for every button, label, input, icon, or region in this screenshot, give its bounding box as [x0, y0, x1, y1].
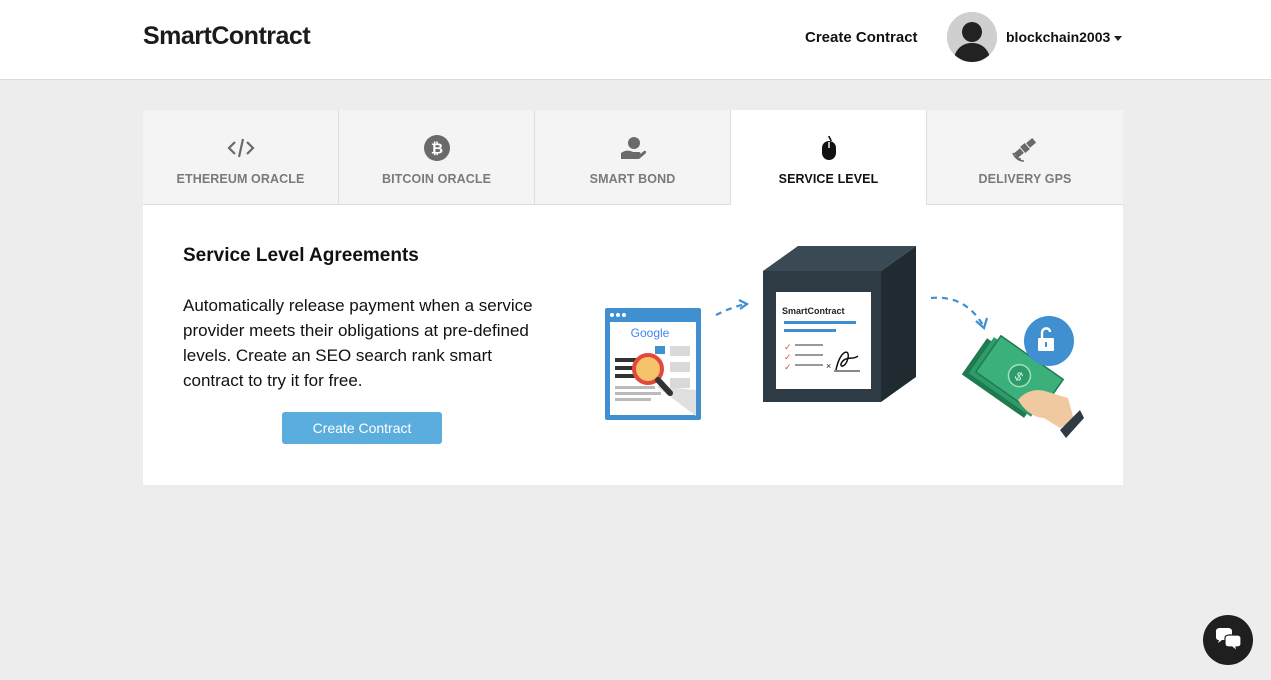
tab-ethereum-oracle[interactable]: ETHEREUM ORACLE — [143, 110, 339, 205]
coin-hand-icon — [619, 134, 647, 162]
tab-service-level[interactable]: SERVICE LEVEL — [731, 110, 927, 205]
satellite-icon — [1011, 134, 1039, 162]
tab-smart-bond[interactable]: SMART BOND — [535, 110, 731, 205]
content-description: Automatically release payment when a ser… — [183, 296, 533, 390]
logo[interactable]: SmartContract — [143, 22, 311, 51]
svg-text:✓: ✓ — [784, 353, 792, 363]
payment-release-graphic: $ — [961, 316, 1084, 438]
tab-label: ETHEREUM ORACLE — [176, 172, 305, 186]
chat-widget-button[interactable] — [1203, 615, 1253, 665]
tab-label: SMART BOND — [589, 172, 676, 186]
search-ranking-graphic: Google — [605, 308, 701, 420]
content-title: Service Level Agreements — [183, 245, 419, 266]
username-label: blockchain2003 — [1006, 29, 1111, 45]
avatar[interactable] — [947, 12, 997, 62]
tab-label: SERVICE LEVEL — [778, 172, 879, 186]
user-menu[interactable]: blockchain2003 — [1006, 29, 1123, 45]
caret-down-icon — [1114, 35, 1123, 41]
nav-create-contract-link[interactable]: Create Contract — [805, 29, 918, 46]
code-icon — [226, 134, 255, 162]
feature-panel: ETHEREUM ORACLE ₿ BITCOIN ORACLE SMART B… — [143, 110, 1123, 485]
box-brand-text: SmartContract — [782, 306, 845, 316]
svg-text:✓: ✓ — [784, 343, 792, 353]
top-navbar: SmartContract Create Contract blockchain… — [0, 0, 1271, 80]
search-brand-text: Google — [631, 326, 670, 340]
sla-illustration: Google SmartContract ✓ ✓ ✓ × $ — [598, 240, 1098, 450]
user-silhouette-icon — [947, 12, 997, 62]
svg-text:×: × — [826, 361, 831, 371]
svg-text:₿: ₿ — [430, 141, 442, 158]
mouse-icon — [815, 134, 843, 162]
tab-label: DELIVERY GPS — [978, 172, 1072, 186]
tab-label: BITCOIN ORACLE — [381, 172, 492, 186]
chat-icon — [1216, 628, 1242, 652]
tab-bitcoin-oracle[interactable]: ₿ BITCOIN ORACLE — [339, 110, 535, 205]
tab-delivery-gps[interactable]: DELIVERY GPS — [927, 110, 1123, 205]
bitcoin-icon: ₿ — [423, 134, 451, 162]
svg-text:✓: ✓ — [784, 363, 792, 373]
tab-bar: ETHEREUM ORACLE ₿ BITCOIN ORACLE SMART B… — [143, 110, 1123, 205]
smart-contract-box: SmartContract ✓ ✓ ✓ × — [763, 246, 916, 402]
create-contract-button[interactable]: Create Contract — [282, 412, 442, 444]
